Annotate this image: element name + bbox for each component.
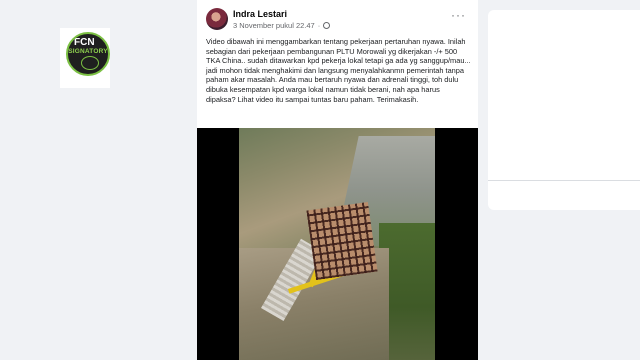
left-sidebar-card: FCN SIGNATORY	[60, 28, 110, 88]
post-meta: 3 November pukul 22.47 ·	[233, 21, 331, 30]
video-frame[interactable]	[239, 128, 435, 360]
scaffold-cage	[306, 202, 378, 280]
facebook-post: Indra Lestari 3 November pukul 22.47 · ·…	[197, 0, 478, 360]
post-video[interactable]	[197, 128, 478, 360]
badge-ring-icon	[81, 56, 99, 70]
globe-icon	[323, 22, 331, 29]
post-author[interactable]: Indra Lestari	[233, 9, 287, 19]
post-timestamp[interactable]: 3 November pukul 22.47	[233, 21, 315, 30]
more-options-icon[interactable]: ···	[451, 9, 466, 21]
right-panel-divider	[488, 180, 640, 181]
badge-mid-text: SIGNATORY	[68, 48, 108, 55]
avatar[interactable]	[206, 8, 228, 30]
fcn-signatory-badge: FCN SIGNATORY	[66, 32, 110, 76]
badge-top-text: FCN	[74, 37, 95, 48]
post-text: Video dibawah ini menggambarkan tentang …	[206, 37, 471, 104]
